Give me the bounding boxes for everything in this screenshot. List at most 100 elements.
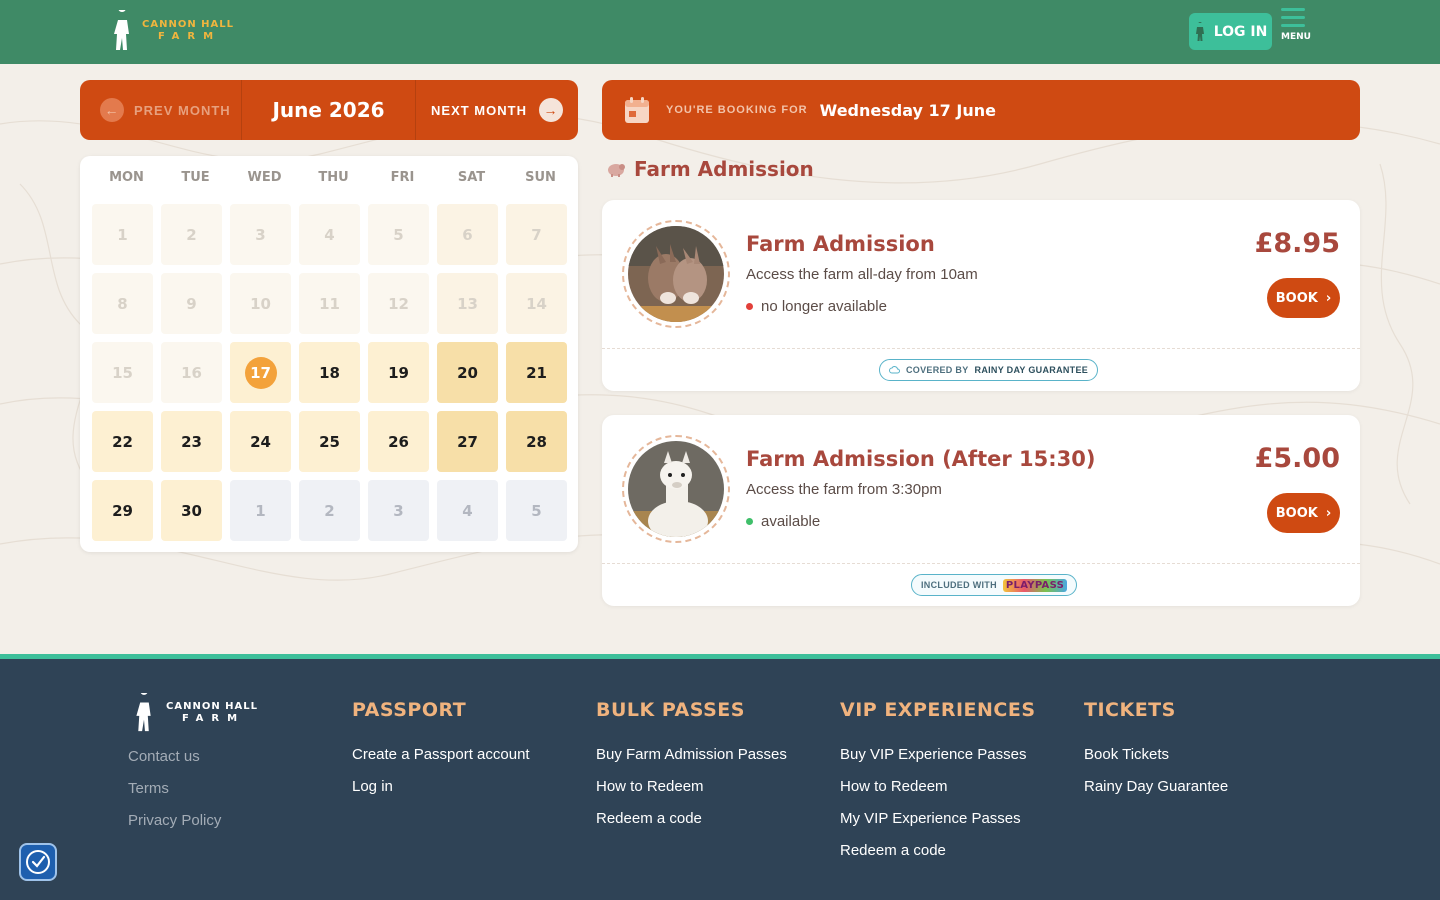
rainy-day-guarantee-badge[interactable]: COVERED BY RAINY DAY GUARANTEE: [879, 359, 1099, 381]
weekday-label: THU: [318, 170, 349, 185]
footer-link[interactable]: How to Redeem: [840, 777, 1036, 809]
calendar-day[interactable]: 22: [92, 411, 153, 472]
chevron-right-icon: ›: [1325, 505, 1332, 521]
calendar-day: 3: [368, 480, 429, 541]
calendar-day-number: 2: [324, 501, 335, 520]
ticket-price: £8.95: [1254, 228, 1340, 259]
status-dot-icon: [746, 518, 753, 525]
weekday-label: MON: [109, 170, 144, 185]
logo-line1: CANNON HALL: [142, 19, 235, 30]
calendar-day-number: 9: [186, 294, 197, 313]
calendar-day: 2: [161, 204, 222, 265]
calendar-day[interactable]: 30: [161, 480, 222, 541]
section-title-text: Farm Admission: [634, 157, 814, 181]
ticket-availability: no longer available: [746, 298, 887, 315]
calendar-day-number: 4: [462, 501, 473, 520]
footer-column-passport: PASSPORT Create a Passport account Log i…: [352, 699, 530, 809]
calendar-day[interactable]: 24: [230, 411, 291, 472]
calendar-day[interactable]: 21: [506, 342, 567, 403]
calendar-day-number: 6: [462, 225, 473, 244]
footer-link[interactable]: Rainy Day Guarantee: [1084, 777, 1228, 809]
calendar-day-number: 28: [526, 432, 547, 451]
calendar-day-number: 8: [117, 294, 128, 313]
playpass-badge[interactable]: INCLUDED WITH PLAYPASS: [911, 574, 1078, 596]
farmer-silhouette-icon: [114, 10, 129, 50]
weekday-label: TUE: [181, 170, 210, 185]
site-footer: CANNON HALL FARM Contact us Terms Privac…: [0, 654, 1440, 900]
footer-link[interactable]: Redeem a code: [596, 809, 787, 841]
footer-link[interactable]: Redeem a code: [840, 841, 1036, 873]
calendar-day-number: 3: [393, 501, 404, 520]
ticket-status-text: no longer available: [761, 298, 887, 315]
calendar-day-selected[interactable]: 17: [230, 342, 291, 403]
footer-link[interactable]: Book Tickets: [1084, 745, 1228, 777]
footer-link[interactable]: Contact us: [128, 747, 221, 779]
month-title: June 2026: [242, 80, 416, 140]
accessibility-widget-button[interactable]: [19, 843, 57, 881]
footer-legal-links: Contact us Terms Privacy Policy: [128, 747, 221, 843]
alpaca-photo-icon: [628, 441, 724, 537]
weekday-label: FRI: [390, 170, 415, 185]
playpass-logo: PLAYPASS: [1002, 578, 1068, 592]
calendar-day: 8: [92, 273, 153, 334]
calendar-day[interactable]: 29: [92, 480, 153, 541]
badge-strong: RAINY DAY GUARANTEE: [974, 365, 1089, 375]
calendar-day-number: 3: [255, 225, 266, 244]
donkeys-photo-icon: [628, 226, 724, 322]
calendar-day: 15: [92, 342, 153, 403]
footer-link[interactable]: Terms: [128, 779, 221, 811]
footer-link[interactable]: My VIP Experience Passes: [840, 809, 1036, 841]
calendar-day-number: 22: [112, 432, 133, 451]
footer-link[interactable]: Buy VIP Experience Passes: [840, 745, 1036, 777]
ticket-status-text: available: [761, 513, 821, 530]
footer-link[interactable]: Privacy Policy: [128, 811, 221, 843]
calendar-day: 4: [299, 204, 360, 265]
calendar-day: 10: [230, 273, 291, 334]
calendar-day[interactable]: 25: [299, 411, 360, 472]
calendar-day[interactable]: 19: [368, 342, 429, 403]
calendar-grid: 1 2 3 4 5 6 7 8 9 10 11 12 13 14 15 16 17 18 19 20 21 22 23 24 2…: [92, 204, 567, 541]
calendar-day: 14: [506, 273, 567, 334]
site-header: CANNON HALL FARM LOG IN MENU: [0, 0, 1440, 64]
booking-date-bar: YOU'RE BOOKING FOR Wednesday 17 June: [602, 80, 1360, 140]
footer-link[interactable]: How to Redeem: [596, 777, 787, 809]
book-button[interactable]: BOOK ›: [1267, 278, 1340, 318]
card-divider: [602, 348, 1360, 349]
calendar-day[interactable]: 28: [506, 411, 567, 472]
book-button[interactable]: BOOK ›: [1267, 493, 1340, 533]
menu-button[interactable]: MENU: [1281, 8, 1311, 54]
footer-logo[interactable]: CANNON HALL FARM: [132, 693, 258, 733]
calendar-day[interactable]: 18: [299, 342, 360, 403]
ticket-card: Farm Admission Access the farm all-day f…: [602, 200, 1360, 391]
calendar-day: 16: [161, 342, 222, 403]
footer-heading: VIP EXPERIENCES: [840, 699, 1036, 721]
weekday-label: WED: [247, 170, 282, 185]
calendar-day[interactable]: 26: [368, 411, 429, 472]
next-month-button[interactable]: NEXT MONTH →: [416, 80, 578, 140]
calendar-day[interactable]: 23: [161, 411, 222, 472]
month-navigation: ← PREV MONTH June 2026 NEXT MONTH →: [80, 80, 578, 140]
calendar-day: 11: [299, 273, 360, 334]
footer-link[interactable]: Create a Passport account: [352, 745, 530, 777]
calendar-day-number: 18: [319, 363, 340, 382]
hamburger-icon: [1281, 8, 1305, 11]
footer-link[interactable]: Buy Farm Admission Passes: [596, 745, 787, 777]
footer-link[interactable]: Log in: [352, 777, 530, 809]
prev-month-button[interactable]: ← PREV MONTH: [80, 80, 242, 140]
calendar-day[interactable]: 27: [437, 411, 498, 472]
calendar-day: 5: [368, 204, 429, 265]
book-label: BOOK: [1275, 505, 1318, 521]
calendar-day-number: 19: [388, 363, 409, 382]
ticket-photo: [622, 220, 730, 328]
badge-prefix: INCLUDED WITH: [921, 580, 997, 590]
farmer-icon: [1195, 21, 1204, 41]
calendar-day[interactable]: 20: [437, 342, 498, 403]
calendar-day-number: 15: [112, 363, 133, 382]
logo-line2: FARM: [158, 31, 222, 42]
footer-logo-line1: CANNON HALL: [166, 701, 259, 712]
calendar-day: 9: [161, 273, 222, 334]
site-logo[interactable]: CANNON HALL FARM: [110, 10, 234, 52]
login-button[interactable]: LOG IN: [1189, 13, 1272, 50]
calendar-day-number: 5: [531, 501, 542, 520]
login-label: LOG IN: [1213, 23, 1268, 40]
